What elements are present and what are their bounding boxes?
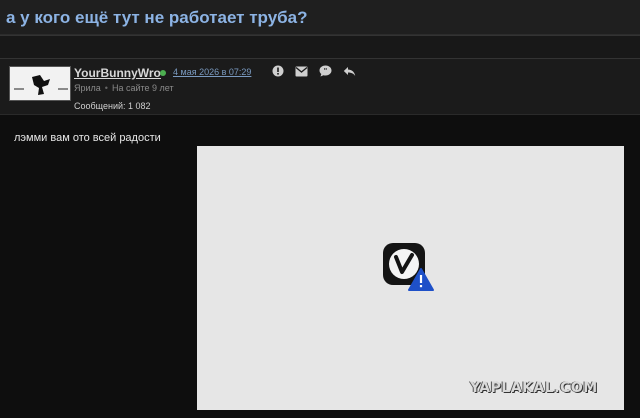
quote-icon[interactable]: ": [319, 65, 332, 77]
toolbar-strip: [0, 35, 640, 59]
username-link[interactable]: YourBunnyWro: [74, 66, 161, 80]
embedded-image[interactable]: [197, 146, 624, 410]
user-meta: Ярила • На сайте 9 лет: [74, 83, 174, 93]
online-status-dot: [160, 70, 166, 76]
envelope-icon[interactable]: [295, 66, 308, 77]
avatar[interactable]: [9, 66, 71, 101]
post-header: YourBunnyWro 4 мая 2026 в 07:29 " Ярила •…: [0, 59, 640, 115]
post-text: лэмми вам ото всей радости: [14, 132, 161, 144]
report-icon[interactable]: [272, 65, 284, 77]
user-rank: Ярила: [74, 83, 101, 93]
post-date-link[interactable]: 4 мая 2026 в 07:29: [173, 67, 251, 77]
post-body: лэмми вам ото всей радости: [0, 115, 640, 418]
topic-header: а у кого ещё тут не работает труба?: [0, 0, 640, 35]
user-on-site: На сайте 9 лет: [111, 83, 174, 93]
site-watermark: YAPLAKAL.COM: [470, 380, 598, 396]
svg-text:": ": [324, 67, 328, 75]
post-count: Сообщений: 1 082: [74, 101, 151, 111]
topic-title: а у кого ещё тут не работает труба?: [6, 8, 308, 27]
avatar-image: [10, 67, 70, 100]
reply-icon[interactable]: [343, 66, 356, 77]
meta-separator: •: [104, 83, 108, 93]
vivaldi-browser-icon: [383, 243, 434, 291]
